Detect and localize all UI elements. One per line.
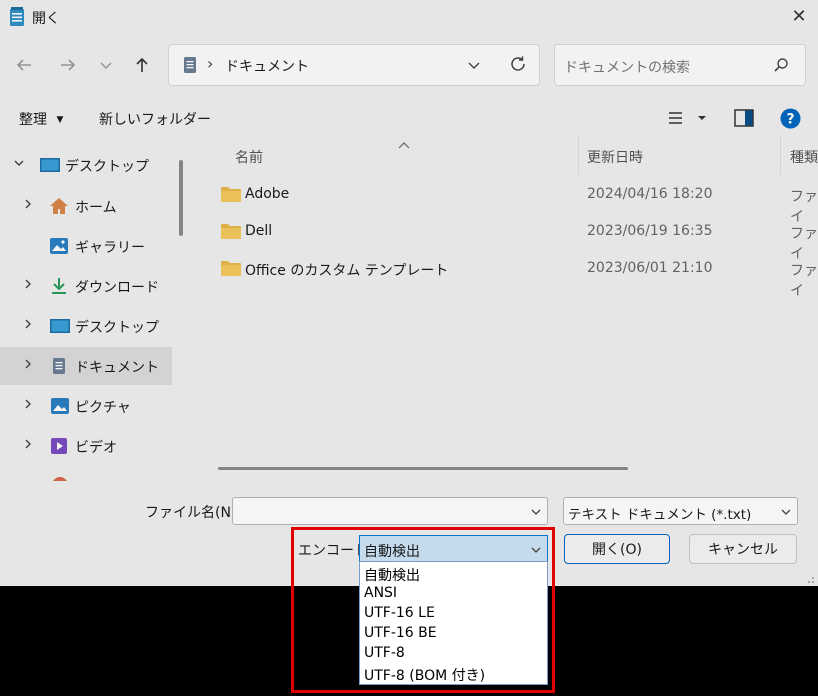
column-divider[interactable] <box>780 135 781 175</box>
filetype-value: テキスト ドキュメント (*.txt) <box>568 507 752 523</box>
sidebar-item-partial <box>0 469 172 481</box>
forward-arrow-icon <box>61 59 76 71</box>
chevron-right-icon[interactable] <box>22 358 34 373</box>
address-dropdown-icon[interactable] <box>467 58 481 76</box>
refresh-icon[interactable] <box>509 55 527 77</box>
download-icon <box>50 277 68 299</box>
gallery-icon <box>49 237 69 259</box>
column-header-modified[interactable]: 更新日時 <box>587 147 643 167</box>
chevron-right-icon[interactable] <box>22 198 34 213</box>
file-name: Dell <box>245 223 273 239</box>
view-options-icon[interactable] <box>668 111 706 129</box>
open-button[interactable]: 開く(O) <box>564 534 670 564</box>
sidebar-item-label: デスクトップ <box>75 320 159 336</box>
column-header-type[interactable]: 種類 <box>790 147 818 167</box>
file-name: Adobe <box>245 186 290 202</box>
forward-button[interactable] <box>54 51 82 79</box>
sidebar-item-videos[interactable]: ビデオ <box>0 427 172 465</box>
preview-pane-icon[interactable] <box>734 109 754 131</box>
table-row[interactable]: Office のカスタム テンプレート 2023/06/01 21:10 ファイ <box>192 250 818 299</box>
organize-menu[interactable]: 整理 ▼ <box>19 109 63 129</box>
sidebar-item-label: ビデオ <box>75 440 117 456</box>
folder-icon <box>221 260 241 280</box>
organize-label: 整理 <box>19 112 47 128</box>
filename-input[interactable] <box>232 497 548 525</box>
highlight-annotation <box>291 527 555 693</box>
chevron-down-icon[interactable] <box>530 506 542 522</box>
horizontal-scrollbar[interactable] <box>218 467 628 470</box>
document-icon <box>183 56 197 78</box>
recent-locations-button[interactable] <box>92 51 120 79</box>
sidebar-item-label: デスクトップ <box>65 159 149 175</box>
chevron-right-icon[interactable] <box>22 398 34 413</box>
filetype-select[interactable]: テキスト ドキュメント (*.txt) <box>563 497 798 525</box>
chevron-right-icon[interactable] <box>22 438 34 453</box>
window-title: 開く <box>32 11 60 27</box>
home-icon <box>49 197 69 219</box>
chevron-down-icon[interactable] <box>13 157 25 172</box>
sidebar-item-documents[interactable]: ドキュメント <box>0 347 172 385</box>
folder-icon <box>221 186 241 206</box>
sidebar-item-downloads[interactable]: ダウンロード <box>0 267 172 305</box>
file-list: 名前 更新日時 種類 Adobe 2024/04/16 18:20 ファイ De… <box>192 135 818 481</box>
file-modified: 2023/06/01 21:10 <box>587 260 713 276</box>
chevron-right-icon[interactable] <box>22 318 34 333</box>
breadcrumb-separator-icon: › <box>207 54 214 73</box>
desktop-icon <box>50 319 70 337</box>
chevron-down-icon[interactable] <box>780 506 792 522</box>
sort-ascending-icon <box>398 137 410 153</box>
table-row[interactable]: Adobe 2024/04/16 18:20 ファイ <box>192 176 818 225</box>
file-name: Office のカスタム テンプレート <box>245 263 449 279</box>
up-arrow-icon <box>136 57 148 72</box>
sidebar-item-home[interactable]: ホーム <box>0 187 172 225</box>
notepad-icon <box>9 7 25 27</box>
column-divider[interactable] <box>578 135 579 175</box>
search-icon[interactable] <box>773 57 789 77</box>
folder-icon <box>221 223 241 243</box>
help-icon[interactable]: ? <box>780 108 801 133</box>
breadcrumb[interactable]: ドキュメント <box>225 56 309 76</box>
document-icon <box>52 357 66 379</box>
resize-grip-icon[interactable] <box>803 572 815 588</box>
sidebar-item-label: ギャラリー <box>75 240 145 256</box>
sidebar-item-gallery[interactable]: ギャラリー <box>0 227 172 265</box>
chevron-down-icon <box>100 62 112 69</box>
navigation-pane: デスクトップ ホーム ギャラリー ダウンロード デスクトップ ドキュメント ピク… <box>0 135 185 481</box>
file-modified: 2023/06/19 16:35 <box>587 223 713 239</box>
music-icon <box>52 477 68 481</box>
caret-down-icon: ▼ <box>56 115 64 125</box>
search-placeholder: ドキュメントの検索 <box>564 60 690 76</box>
sidebar-item-label: ホーム <box>75 200 117 216</box>
filename-label: ファイル名(N): <box>145 505 242 521</box>
file-type: ファイ <box>790 263 818 299</box>
column-header-name[interactable]: 名前 <box>235 147 263 167</box>
file-modified: 2024/04/16 18:20 <box>587 186 713 202</box>
cancel-button[interactable]: キャンセル <box>689 534 797 564</box>
sidebar-item-desktop-root[interactable]: デスクトップ <box>0 146 172 184</box>
address-bar[interactable]: › ドキュメント <box>168 44 540 86</box>
sidebar-item-label: ドキュメント <box>75 360 159 376</box>
close-icon: ✕ <box>791 5 807 27</box>
close-button[interactable]: ✕ <box>786 4 812 28</box>
title-bar: 開く ✕ <box>0 0 818 34</box>
open-dialog: 開く ✕ › ドキュメント ドキュメントの検索 整理 ▼ 新しいフォルダー ? … <box>0 0 818 586</box>
desktop-icon <box>40 158 60 176</box>
up-button[interactable] <box>128 51 156 79</box>
back-arrow-icon <box>16 59 31 71</box>
sidebar-item-label: ダウンロード <box>75 280 159 296</box>
video-icon <box>50 437 68 459</box>
pictures-icon <box>50 397 70 419</box>
table-row[interactable]: Dell 2023/06/19 16:35 ファイ <box>192 213 818 262</box>
new-folder-button[interactable]: 新しいフォルダー <box>99 109 211 129</box>
search-box[interactable]: ドキュメントの検索 <box>554 44 806 86</box>
sidebar-item-pictures[interactable]: ピクチャ <box>0 387 172 425</box>
sidebar-scrollbar[interactable] <box>179 160 183 236</box>
chevron-right-icon[interactable] <box>22 278 34 293</box>
svg-text:?: ? <box>786 112 794 128</box>
back-button[interactable] <box>10 51 38 79</box>
sidebar-item-label: ピクチャ <box>75 400 131 416</box>
sidebar-item-desktop[interactable]: デスクトップ <box>0 307 172 345</box>
